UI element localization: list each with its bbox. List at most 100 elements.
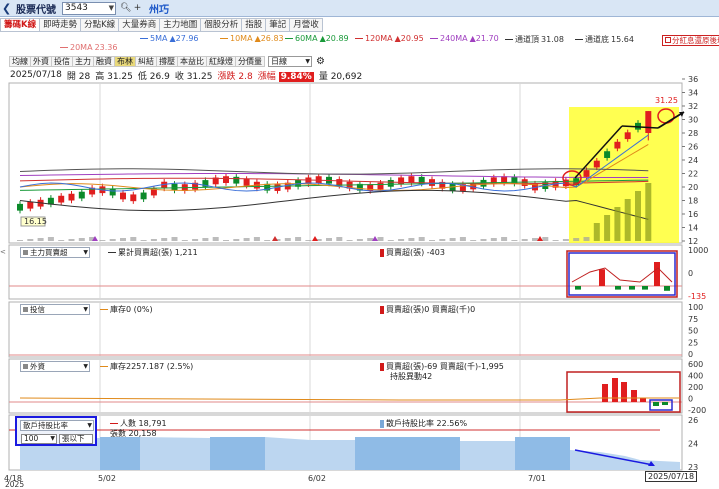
volume-bar-11 xyxy=(130,237,137,241)
legend-cumulative: 累計買賣超(張) 1,211 xyxy=(108,247,198,258)
p2-tick-0: 100 xyxy=(688,303,703,312)
volume-bar-14 xyxy=(161,238,168,241)
high-price-label: 31.25 xyxy=(655,96,678,105)
p4-tick-1: 24 xyxy=(688,440,698,449)
volume-bar-45 xyxy=(480,239,487,241)
volume-bar-30 xyxy=(326,238,332,241)
signal-marker-1 xyxy=(272,236,278,241)
volume-bar-1 xyxy=(27,239,34,241)
volume-bar-51 xyxy=(542,237,549,241)
volume-bar-27 xyxy=(295,237,302,241)
volume-bar-24 xyxy=(264,240,271,241)
volume-bar-37 xyxy=(398,239,405,241)
p4-tick-0: 26 xyxy=(688,416,698,425)
candle-body-1 xyxy=(27,201,34,209)
threshold-select[interactable]: 100 ▼ xyxy=(21,434,57,444)
candle-body-12 xyxy=(140,192,147,200)
volume-bar-59 xyxy=(624,199,631,241)
p1-highlight-box xyxy=(566,250,678,298)
p3-tick-0: 600 xyxy=(688,360,703,369)
indicator-select-foreign[interactable]: 外資 ▼ xyxy=(20,361,90,372)
volume-bar-56 xyxy=(593,223,600,241)
indicator-select-main-force[interactable]: 主力買賣超 ▼ xyxy=(20,247,90,258)
volume-bar-57 xyxy=(604,215,611,241)
p1-tick-2: -135 xyxy=(688,292,706,301)
candle-body-9 xyxy=(109,188,116,196)
price-tick-7: 22 xyxy=(688,170,698,179)
volume-bar-5 xyxy=(68,239,75,241)
low-price-label: 16.15 xyxy=(24,217,47,226)
volume-bar-17 xyxy=(192,239,199,241)
volume-bar-53 xyxy=(562,239,569,241)
candle-body-56 xyxy=(593,160,600,168)
candle-body-22 xyxy=(243,179,250,186)
legend-foreign-holding: 庫存2257.187 (2.5%) xyxy=(100,361,193,372)
indicator-select-retail[interactable]: 散戶持股比率 ▼ xyxy=(20,420,94,431)
candle-body-57 xyxy=(604,151,611,158)
indicator-select-trust[interactable]: 投信 ▼ xyxy=(20,304,90,315)
price-tick-5: 26 xyxy=(688,143,698,152)
volume-bar-32 xyxy=(346,240,353,241)
volume-bar-48 xyxy=(511,240,518,241)
volume-bar-61 xyxy=(645,183,652,241)
p1-bar-2 xyxy=(615,286,621,290)
volume-bar-26 xyxy=(284,238,291,241)
candle-body-15 xyxy=(171,183,178,191)
candle-body-35 xyxy=(377,182,384,190)
p2-tick-1: 75 xyxy=(688,315,698,324)
side-scroll-marker[interactable]: < xyxy=(0,248,6,256)
volume-bar-47 xyxy=(501,237,508,241)
volume-bar-46 xyxy=(490,238,497,241)
p4-retail-block-1 xyxy=(210,437,265,470)
volume-bar-41 xyxy=(439,239,446,241)
candle-body-0 xyxy=(17,203,23,211)
price-tick-8: 20 xyxy=(688,183,698,192)
volume-bar-9 xyxy=(109,239,116,241)
price-tick-9: 18 xyxy=(688,197,698,206)
x-tick-2: 6/02 xyxy=(308,474,326,483)
candle-body-5 xyxy=(68,193,75,201)
volume-bar-40 xyxy=(429,240,435,241)
volume-bar-0 xyxy=(17,240,23,241)
p2-tick-4: 0 xyxy=(688,350,693,359)
volume-bar-12 xyxy=(140,240,147,241)
volume-bar-54 xyxy=(573,238,580,241)
p3-bar-2 xyxy=(621,382,627,402)
price-tick-0: 36 xyxy=(688,75,698,84)
volume-bar-2 xyxy=(37,238,44,241)
volume-bar-20 xyxy=(223,240,229,241)
p3-bar-6 xyxy=(662,402,668,405)
volume-bar-28 xyxy=(305,240,312,241)
threshold-suffix: 張以下 xyxy=(59,434,93,444)
price-tick-4: 28 xyxy=(688,129,698,138)
p2-tick-2: 50 xyxy=(688,327,698,336)
x-axis-year: 2025 xyxy=(5,480,25,489)
chevron-down-icon: ▼ xyxy=(87,422,92,429)
legend-foreign-change: 持股異動42 xyxy=(390,372,433,381)
price-tick-2: 32 xyxy=(688,102,698,111)
candle-body-61 xyxy=(645,111,652,133)
candle-body-58 xyxy=(614,141,621,149)
volume-bar-18 xyxy=(202,238,209,241)
volume-bar-23 xyxy=(253,237,260,241)
candle-body-36 xyxy=(387,179,394,187)
p3-tick-4: -200 xyxy=(688,406,706,415)
p1-bar-6 xyxy=(664,286,670,291)
volume-bar-13 xyxy=(150,239,157,241)
volume-bar-55 xyxy=(583,237,590,241)
retail-ratio-controls: 散戶持股比率 ▼ 100 ▼ 張以下 xyxy=(15,416,97,446)
p1-tick-0: 1000 xyxy=(688,246,708,255)
channel-top-line xyxy=(19,168,649,175)
volume-bar-52 xyxy=(552,240,559,241)
chevron-down-icon: ▼ xyxy=(83,363,88,370)
volume-bar-4 xyxy=(58,240,65,241)
price-tick-1: 34 xyxy=(688,89,698,98)
volume-bar-22 xyxy=(243,238,250,241)
volume-bar-8 xyxy=(99,240,106,241)
chart-canvas[interactable]: 3634323028262422201816141231.2516.151000… xyxy=(0,0,719,489)
volume-bar-19 xyxy=(212,237,219,241)
candle-body-55 xyxy=(583,170,590,177)
p1-tick-1: 0 xyxy=(688,269,693,278)
volume-bar-58 xyxy=(614,207,621,241)
p4-retail-block-3 xyxy=(515,437,570,470)
